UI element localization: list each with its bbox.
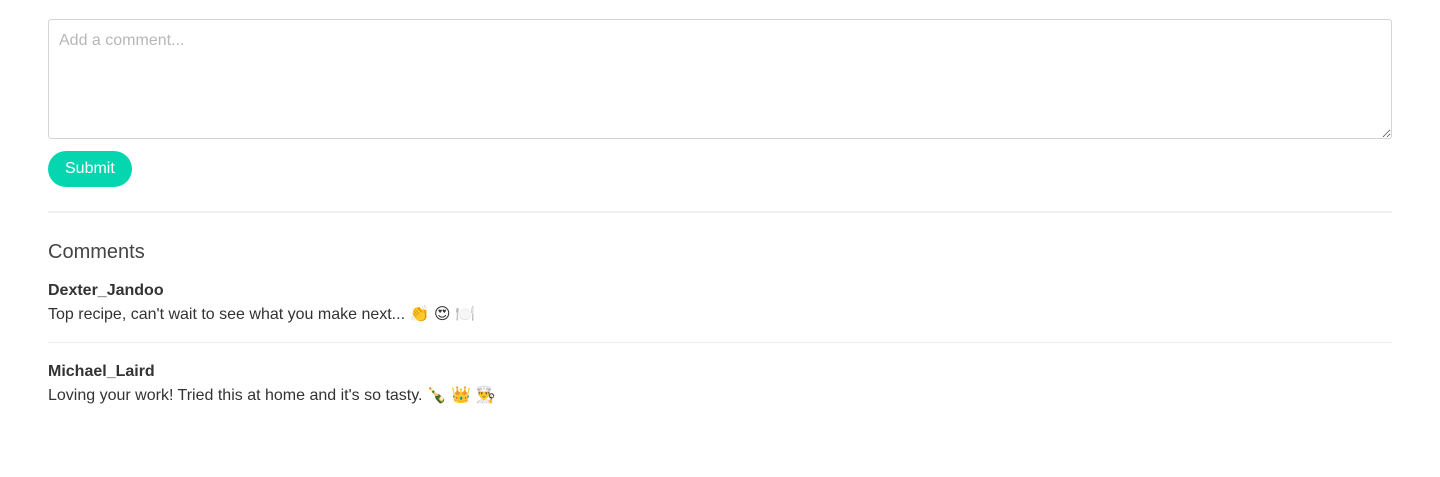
comment-item: Dexter_Jandoo Top recipe, can't wait to …	[48, 281, 1392, 342]
comment-text: Loving your work! Tried this at home and…	[48, 387, 496, 404]
comment-list: Dexter_Jandoo Top recipe, can't wait to …	[48, 281, 1392, 423]
section-divider	[48, 211, 1392, 213]
comments-heading: Comments	[48, 241, 145, 263]
comment-author: Michael_Laird	[48, 363, 155, 380]
comment-item: Michael_Laird Loving your work! Tried th…	[48, 342, 1392, 423]
comment-author: Dexter_Jandoo	[48, 282, 164, 299]
comments-panel: Submit Comments Dexter_Jandoo Top recipe…	[48, 0, 1392, 423]
comment-textarea[interactable]	[48, 19, 1392, 139]
submit-button[interactable]: Submit	[48, 151, 132, 187]
comment-text: Top recipe, can't wait to see what you m…	[48, 306, 475, 323]
